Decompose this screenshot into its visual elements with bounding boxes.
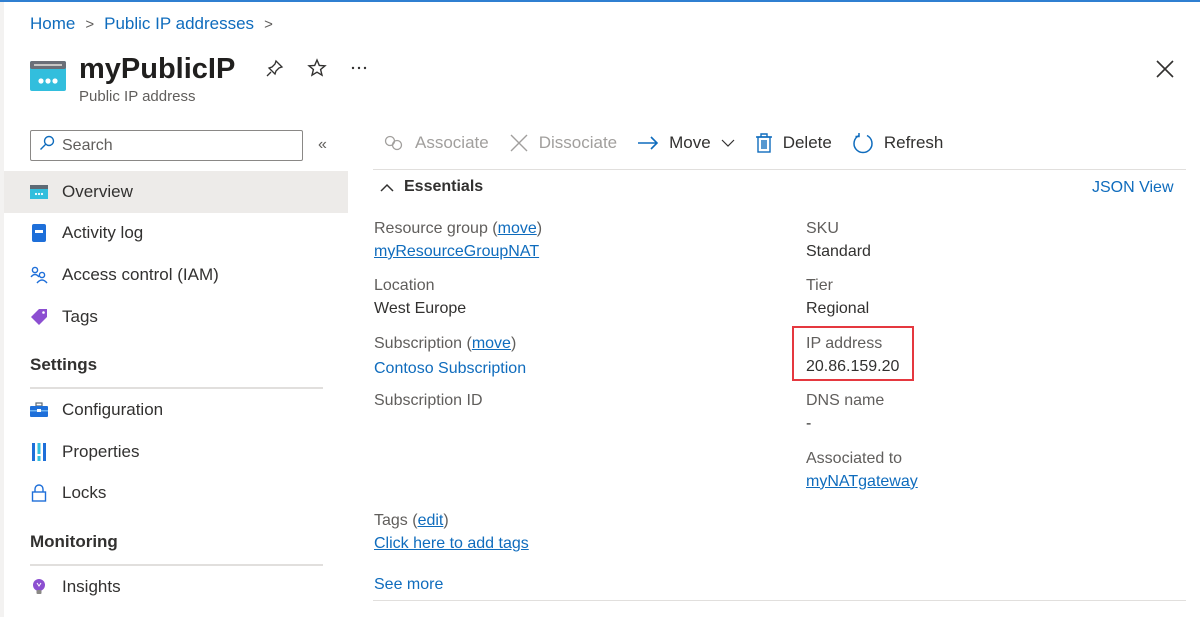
sidebar-item-properties[interactable]: Properties (4, 431, 348, 473)
public-ip-icon (30, 58, 66, 94)
chevron-up-icon (380, 183, 394, 192)
page-title: myPublicIP (79, 53, 236, 85)
properties-icon (30, 442, 48, 461)
sku-field: SKU Standard (806, 220, 871, 260)
sidebar-item-label: Tags (62, 306, 98, 326)
command-bar: Associate Dissociate Move Delete Refresh (383, 132, 963, 154)
dissociate-button[interactable]: Dissociate (509, 133, 617, 153)
chevron-right-icon: > (85, 15, 95, 33)
chevron-down-icon (721, 139, 735, 147)
top-accent-line (0, 0, 1200, 2)
sidebar-item-label: Configuration (62, 400, 164, 420)
more-icon[interactable] (349, 58, 369, 78)
trash-icon (755, 133, 773, 153)
sidebar-item-label: Locks (62, 483, 107, 503)
sidebar-item-locks[interactable]: Locks (4, 473, 348, 515)
sidebar-item-access-control[interactable]: Access control (IAM) (4, 254, 348, 296)
collapse-sidebar-icon[interactable]: « (318, 136, 327, 154)
sidebar-item-label: Insights (62, 576, 121, 596)
sidebar-item-configuration[interactable]: Configuration (4, 389, 348, 431)
breadcrumb: Home > Public IP addresses > (30, 14, 273, 34)
lock-icon (30, 484, 48, 503)
sidebar-nav: Overview Activity log Access control (IA… (4, 171, 348, 608)
activity-log-icon (30, 224, 48, 243)
breadcrumb-public-ip-addresses[interactable]: Public IP addresses (104, 14, 254, 34)
associated-to-field: Associated to myNATgateway (806, 449, 918, 490)
subscription-id-field: Subscription ID (374, 392, 483, 410)
breadcrumb-home[interactable]: Home (30, 14, 75, 34)
add-tags-link[interactable]: Click here to add tags (374, 535, 529, 552)
refresh-icon (852, 132, 874, 154)
location-field: Location West Europe (374, 277, 467, 318)
iam-icon (30, 266, 48, 284)
page-header: myPublicIP Public IP address (30, 52, 369, 105)
edit-tags-link[interactable]: edit (418, 512, 444, 529)
associate-button[interactable]: Associate (383, 133, 489, 153)
associated-resource-link[interactable]: myNATgateway (806, 473, 918, 490)
move-subscription-link[interactable]: move (472, 335, 511, 352)
sidebar-search[interactable] (30, 130, 303, 161)
resource-group-field: Resource group (move) myResourceGroupNAT (374, 220, 543, 260)
tags-field: Tags (edit) Click here to add tags (374, 512, 529, 552)
sidebar-item-label: Properties (62, 441, 140, 461)
page-subtitle: Public IP address (79, 88, 196, 105)
search-input[interactable] (62, 136, 282, 155)
move-resource-group-link[interactable]: move (498, 220, 537, 237)
tag-icon (30, 308, 48, 326)
close-icon (509, 133, 529, 153)
see-more-link[interactable]: See more (374, 576, 443, 594)
resource-group-link[interactable]: myResourceGroupNAT (374, 243, 539, 260)
overview-icon (30, 183, 48, 201)
sidebar-group-settings: Settings (30, 355, 98, 375)
arrow-right-icon (637, 136, 659, 150)
divider (373, 600, 1186, 601)
json-view-link[interactable]: JSON View (1092, 179, 1174, 197)
dns-name-field: DNS name - (806, 392, 885, 433)
delete-button[interactable]: Delete (755, 133, 832, 153)
configuration-icon (30, 401, 48, 419)
sidebar-item-label: Access control (IAM) (62, 264, 219, 284)
essentials-toggle[interactable]: Essentials (380, 178, 483, 196)
sidebar-item-tags[interactable]: Tags (4, 296, 348, 338)
chevron-right-icon: > (264, 15, 273, 33)
close-icon[interactable] (1154, 58, 1176, 80)
sidebar-group-monitoring: Monitoring (30, 532, 118, 552)
insights-icon (30, 578, 48, 596)
pin-icon[interactable] (265, 58, 285, 78)
sidebar-item-activity-log[interactable]: Activity log (4, 213, 348, 255)
essentials-title: Essentials (404, 178, 484, 195)
essentials-left-column: Resource group (move) myResourceGroupNAT… (374, 219, 542, 449)
divider (373, 169, 1186, 170)
sidebar-item-label: Activity log (62, 223, 144, 243)
sidebar-item-label: Overview (62, 181, 133, 201)
ip-address-highlight-box (792, 326, 914, 381)
sidebar-item-insights[interactable]: Insights (4, 566, 348, 608)
move-button[interactable]: Move (637, 133, 735, 153)
sidebar-item-overview[interactable]: Overview (4, 171, 348, 213)
subscription-link[interactable]: Contoso Subscription (374, 360, 526, 377)
link-icon (383, 135, 405, 151)
star-icon[interactable] (307, 58, 328, 78)
subscription-field: Subscription (move) Contoso Subscription (374, 334, 527, 377)
refresh-button[interactable]: Refresh (852, 132, 943, 154)
search-icon (39, 135, 55, 156)
